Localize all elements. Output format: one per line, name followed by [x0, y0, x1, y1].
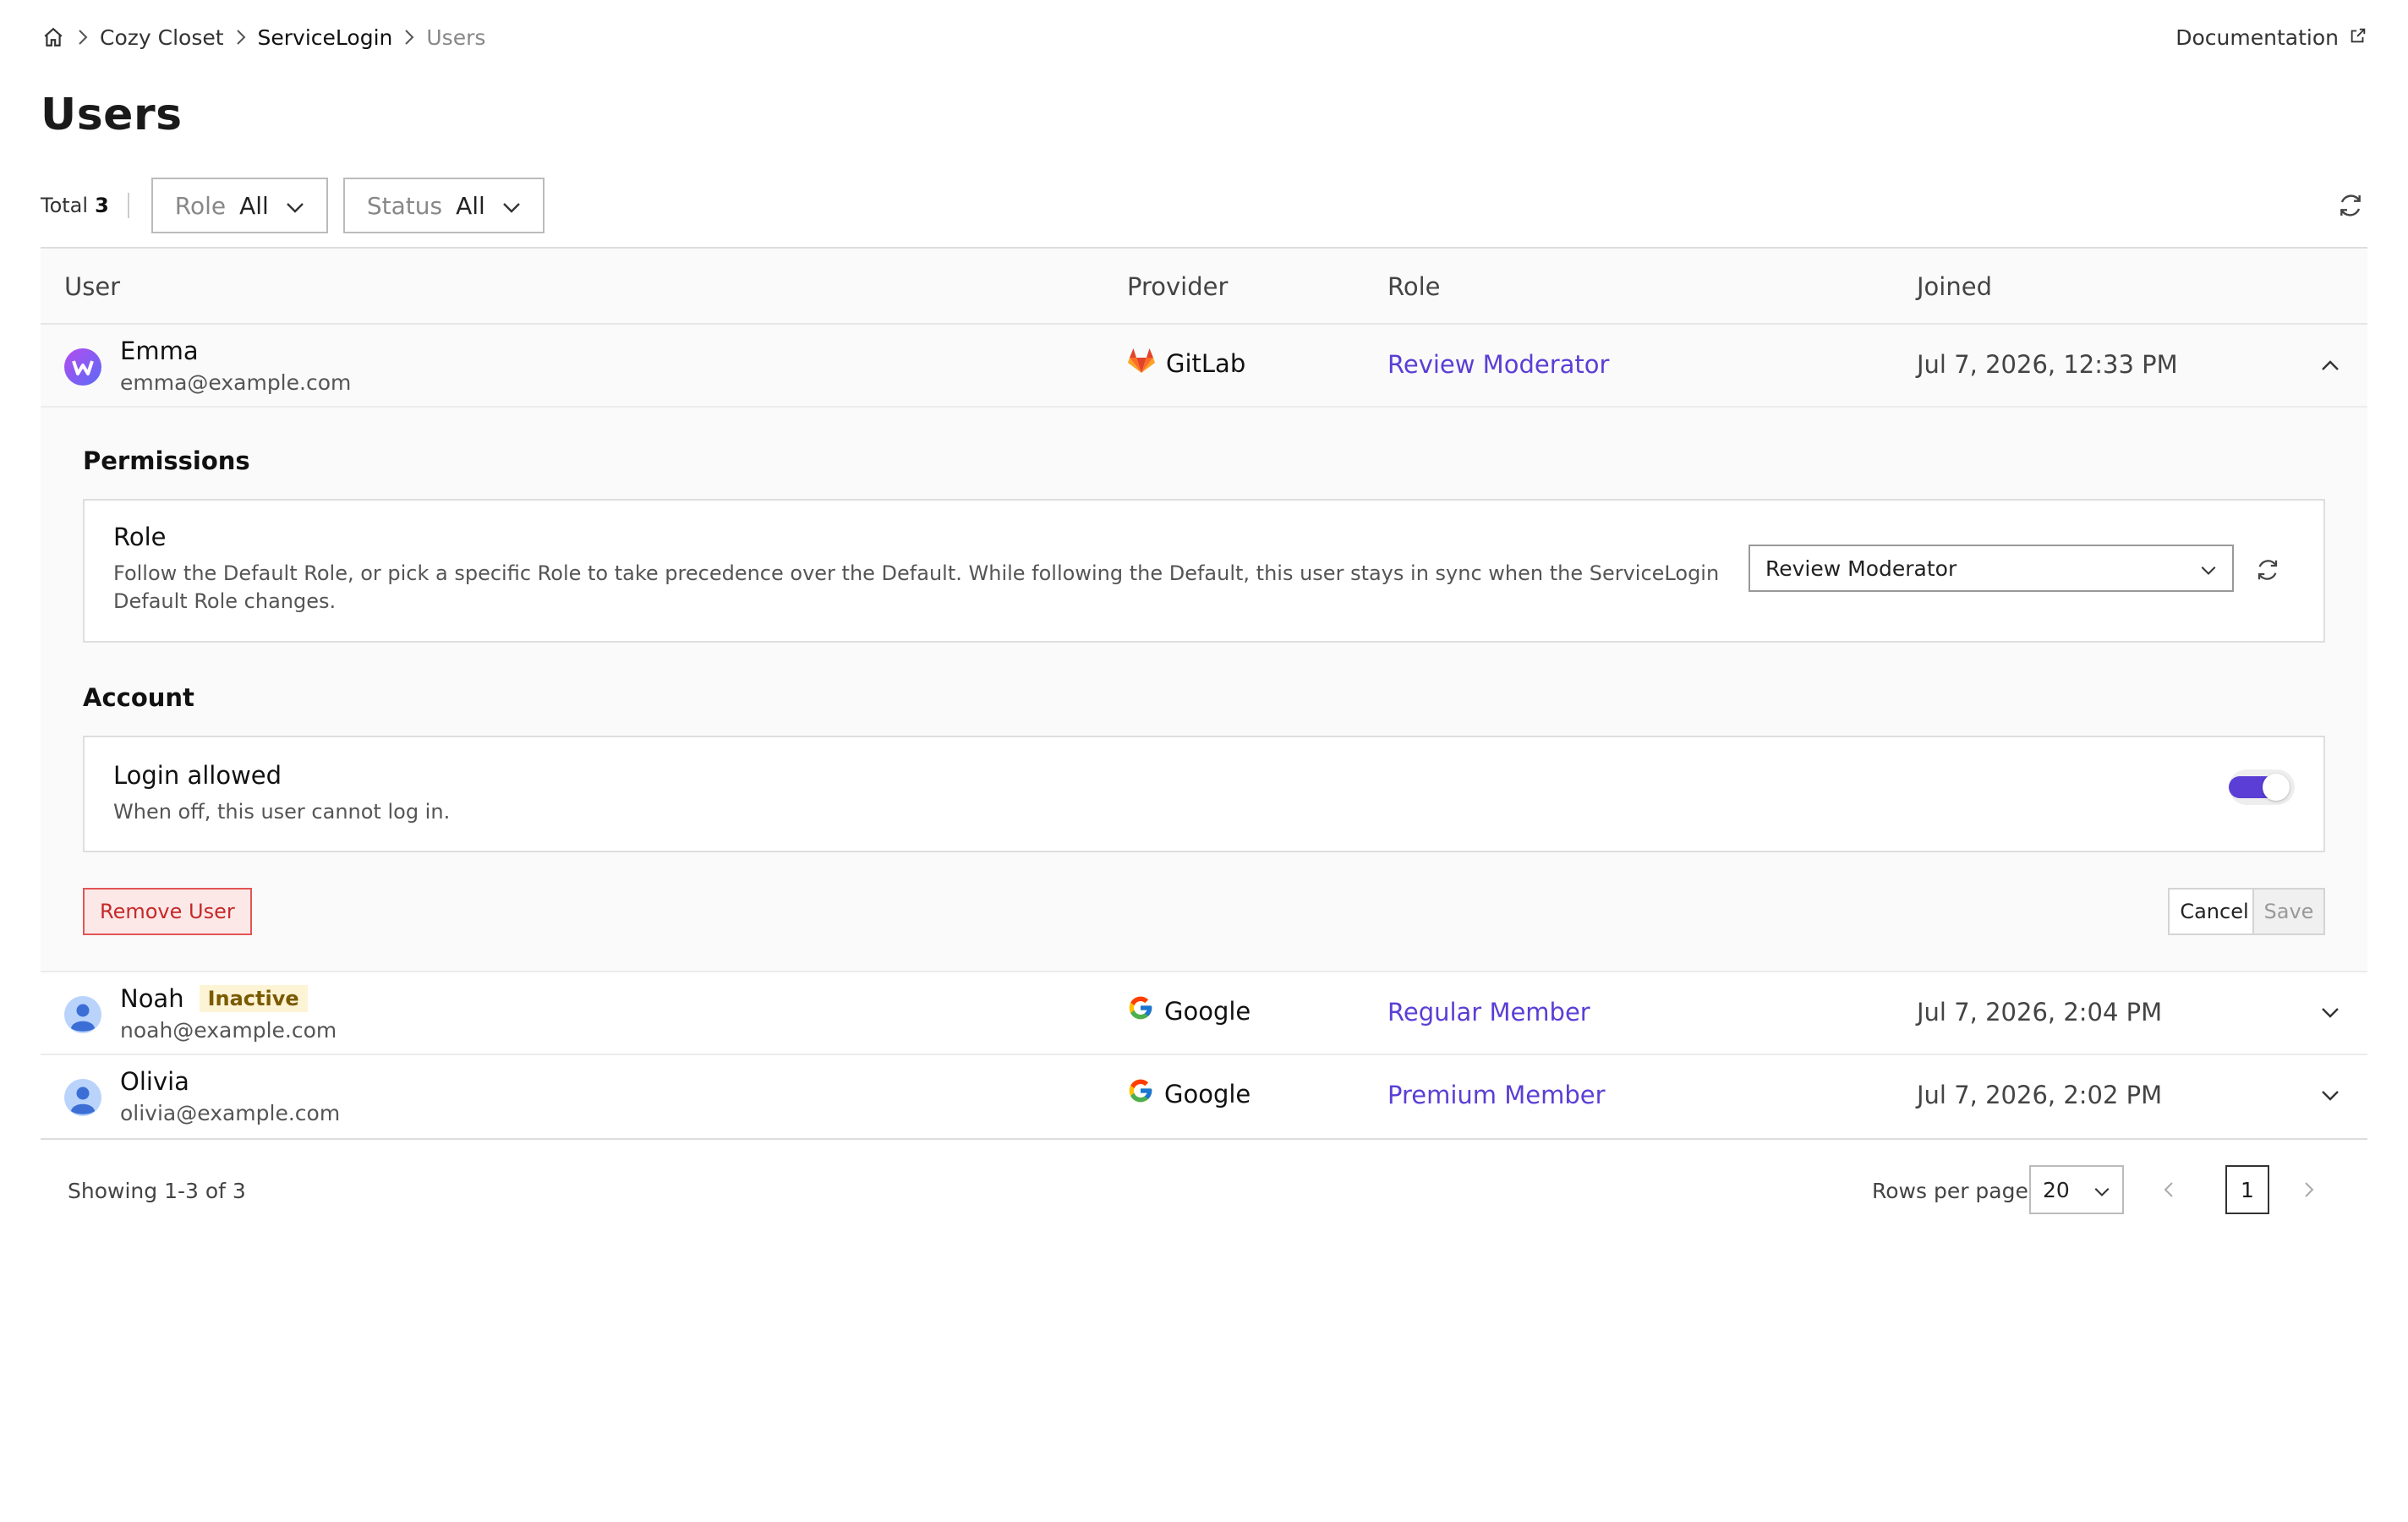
role-card-description: Follow the Default Role, or pick a speci… [113, 561, 1720, 613]
table-header: User Provider Role Joined [41, 249, 2367, 325]
pagination-bar: Showing 1-3 of 3 Rows per page 20 1 [41, 1138, 2367, 1243]
role-link[interactable]: Review Moderator [1387, 350, 1609, 379]
login-allowed-description: When off, this user cannot log in. [113, 800, 451, 824]
chevron-down-icon [2093, 1178, 2110, 1202]
chevron-right-icon [224, 28, 258, 47]
refresh-icon[interactable] [2334, 189, 2367, 222]
user-name: Olivia [120, 1067, 189, 1096]
user-email: noah@example.com [120, 1018, 337, 1043]
permissions-title: Permissions [83, 446, 250, 475]
chevron-down-icon[interactable] [2318, 1001, 2342, 1025]
chevron-right-icon [392, 28, 426, 47]
rows-per-page-label: Rows per page [1872, 1179, 2028, 1203]
users-page: Cozy Closet ServiceLogin Users Documenta… [0, 0, 2408, 1522]
next-page-chevron-icon[interactable] [2296, 1177, 2322, 1202]
chevron-down-icon [2200, 556, 2217, 581]
rows-per-page-select[interactable]: 20 [2029, 1165, 2124, 1214]
user-details-panel: Permissions Role Follow the Default Role… [41, 408, 2367, 972]
remove-user-button[interactable]: Remove User [83, 888, 252, 935]
cancel-button[interactable]: Cancel [2168, 888, 2261, 935]
total-label: Total [41, 194, 89, 217]
breadcrumb: Cozy Closet ServiceLogin Users [41, 25, 485, 50]
status-filter-select[interactable]: Status All [342, 178, 545, 233]
role-link[interactable]: Regular Member [1387, 998, 1590, 1027]
total-count: Total 3 [41, 193, 129, 218]
page-number-button[interactable]: 1 [2225, 1165, 2269, 1214]
google-logo-icon [1127, 994, 1154, 1027]
column-header-provider: Provider [1127, 272, 1229, 301]
table-row[interactable]: Olivia olivia@example.com Google Premium… [41, 1055, 2367, 1140]
role-filter-value: All [239, 191, 269, 220]
chevron-down-icon [286, 192, 304, 220]
reset-role-refresh-icon[interactable] [2252, 555, 2283, 585]
status-filter-value: All [456, 191, 485, 220]
joined-date: Jul 7, 2026, 2:04 PM [1917, 998, 2163, 1027]
home-icon[interactable] [41, 25, 66, 50]
column-header-user: User [64, 272, 121, 301]
role-filter-label: Role [174, 191, 227, 220]
breadcrumb-item-users: Users [426, 25, 486, 50]
save-button[interactable]: Save [2252, 888, 2325, 935]
user-email: emma@example.com [120, 370, 352, 395]
chevron-down-icon [502, 192, 521, 220]
user-name-text: Olivia [120, 1067, 189, 1096]
role-select-value: Review Moderator [1765, 556, 1957, 581]
top-bar: Cozy Closet ServiceLogin Users Documenta… [41, 20, 2367, 54]
login-allowed-toggle[interactable] [2229, 769, 2295, 805]
documentation-label: Documentation [2175, 25, 2339, 50]
provider-cell: Google [1127, 1077, 1251, 1110]
previous-page-chevron-icon[interactable] [2156, 1177, 2181, 1202]
external-link-icon [2349, 25, 2367, 50]
status-filter-label: Status [366, 191, 443, 220]
column-header-joined: Joined [1917, 272, 1992, 301]
provider-name: Google [1164, 996, 1251, 1026]
login-allowed-card: Login allowed When off, this user cannot… [83, 736, 2325, 852]
chevron-right-icon [66, 28, 100, 47]
avatar [64, 996, 101, 1033]
role-filter-select[interactable]: Role All [150, 178, 328, 233]
table-row[interactable]: Noah Inactive noah@example.com Google Re… [41, 972, 2367, 1055]
provider-cell: GitLab [1127, 347, 1245, 380]
gitlab-logo-icon [1127, 347, 1156, 380]
user-name-text: Noah [120, 984, 184, 1013]
total-value: 3 [95, 194, 109, 217]
users-table: User Provider Role Joined Emma emma@exam… [41, 247, 2367, 1140]
chevron-down-icon[interactable] [2318, 1084, 2342, 1108]
provider-name: Google [1164, 1079, 1251, 1109]
role-link[interactable]: Premium Member [1387, 1081, 1606, 1109]
avatar [64, 348, 101, 386]
user-name-text: Emma [120, 337, 199, 365]
role-card: Role Follow the Default Role, or pick a … [83, 499, 2325, 643]
user-email: olivia@example.com [120, 1101, 341, 1125]
showing-count: Showing 1-3 of 3 [68, 1179, 246, 1203]
breadcrumb-item-cozy-closet[interactable]: Cozy Closet [100, 25, 224, 50]
table-row[interactable]: Emma emma@example.com GitLab Review Mode… [41, 325, 2367, 408]
avatar [64, 1079, 101, 1116]
account-title: Account [83, 683, 194, 712]
status-badge: Inactive [199, 985, 308, 1012]
user-name: Noah Inactive [120, 984, 308, 1013]
google-logo-icon [1127, 1077, 1154, 1110]
filter-bar: Total 3 Role All Status All [41, 178, 2367, 233]
toggle-knob [2263, 774, 2290, 801]
page-title: Users [41, 90, 183, 140]
provider-cell: Google [1127, 994, 1251, 1027]
role-card-title: Role [113, 523, 167, 551]
joined-date: Jul 7, 2026, 12:33 PM [1917, 350, 2178, 379]
user-name: Emma [120, 337, 199, 365]
role-select[interactable]: Review Moderator [1749, 545, 2234, 592]
joined-date: Jul 7, 2026, 2:02 PM [1917, 1081, 2163, 1109]
chevron-up-icon[interactable] [2318, 353, 2342, 377]
login-allowed-title: Login allowed [113, 761, 282, 790]
provider-name: GitLab [1166, 348, 1246, 378]
breadcrumb-item-servicelogin[interactable]: ServiceLogin [258, 25, 393, 50]
column-header-role: Role [1387, 272, 1441, 301]
documentation-link[interactable]: Documentation [2175, 25, 2367, 50]
rows-per-page-value: 20 [2043, 1177, 2070, 1202]
